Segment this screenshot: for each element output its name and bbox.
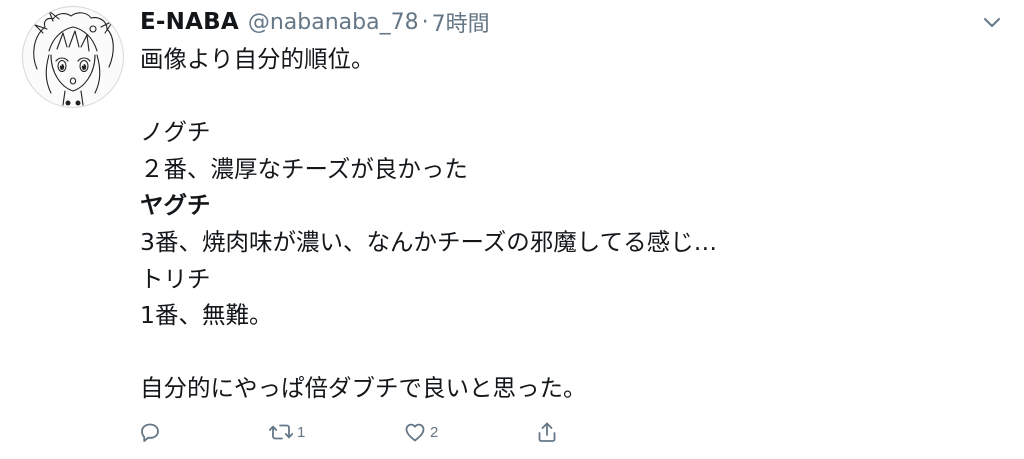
share-button[interactable] — [535, 415, 559, 449]
reply-button[interactable] — [138, 415, 165, 449]
avatar[interactable] — [22, 6, 124, 108]
retweet-icon — [268, 420, 294, 444]
tweet-line: ２番、濃厚なチーズが良かった — [140, 154, 468, 183]
chevron-down-icon[interactable] — [980, 12, 1004, 32]
retweet-count: 1 — [297, 423, 306, 441]
tweet-line: 画像より自分的順位。 — [140, 45, 375, 73]
tweet-line: 3番、焼肉味が濃い、なんかチーズの邪魔してる感じ… — [140, 227, 718, 256]
tweet-actions: 1 2 — [0, 415, 1024, 449]
retweet-button[interactable]: 1 — [268, 415, 305, 449]
like-count: 2 — [430, 423, 439, 441]
tweet-line: トリチ — [140, 264, 211, 293]
avatar-illustration — [33, 10, 114, 106]
tweet-text: 画像より自分的順位。 ノグチ ２番、濃厚なチーズが良かった ヤグチ 3番、焼肉味… — [140, 41, 1000, 407]
share-icon — [535, 420, 559, 444]
header-separator: · — [421, 9, 429, 35]
tweet-header: E-NABA @nabanaba_78 · 7時間 — [140, 4, 490, 40]
tweet[interactable]: E-NABA @nabanaba_78 · 7時間 画像より自分的順位。 ノグチ… — [0, 0, 1024, 459]
reply-icon — [138, 420, 162, 444]
heart-icon — [403, 420, 427, 444]
tweet-line: 1番、無難。 — [140, 301, 273, 330]
timestamp[interactable]: 7時間 — [432, 6, 490, 38]
tweet-line: ノグチ — [140, 118, 211, 147]
display-name[interactable]: E-NABA — [140, 9, 239, 35]
user-handle[interactable]: @nabanaba_78 — [248, 10, 419, 35]
tweet-line: 自分的にやっぱ倍ダブチで良いと思った。 — [140, 374, 587, 403]
like-button[interactable]: 2 — [403, 415, 438, 449]
tweet-line-bold: ヤグチ — [140, 191, 211, 220]
